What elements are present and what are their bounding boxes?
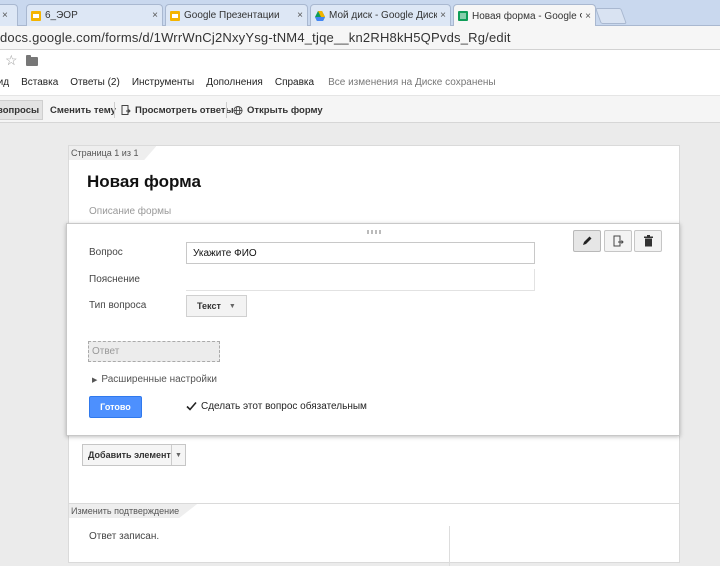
duplicate-icon <box>613 235 624 246</box>
question-title-label: Вопрос <box>89 247 123 258</box>
question-title-input[interactable]: Укажите ФИО <box>186 242 535 264</box>
view-responses-button[interactable]: Просмотреть ответы <box>117 100 238 120</box>
toolbar-divider <box>226 102 227 118</box>
forms-toolbar: вопросы Сменить тему Просмотреть ответы … <box>0 95 720 123</box>
slides-favicon-icon <box>31 10 41 21</box>
new-tab-button[interactable] <box>595 8 627 24</box>
tab-title: Новая форма - Google Ф <box>472 10 583 22</box>
page-label: Страница 1 из 1 <box>69 146 157 160</box>
divider <box>449 526 450 566</box>
menu-insert[interactable]: Вставка <box>21 77 58 88</box>
question-type-label: Тип вопроса <box>89 300 147 311</box>
tab-close-icon[interactable]: × <box>585 11 591 22</box>
view-responses-label: Просмотреть ответы <box>135 104 234 116</box>
open-form-label: Открыть форму <box>247 104 323 116</box>
tab-close-icon[interactable]: × <box>2 10 8 21</box>
browser-tab-forms[interactable]: Новая форма - Google Ф × <box>453 4 596 27</box>
menu-addons[interactable]: Дополнения <box>206 77 263 88</box>
trash-icon <box>643 235 653 247</box>
responses-icon <box>121 104 131 115</box>
open-form-button[interactable]: Открыть форму <box>229 100 327 120</box>
expand-triangle-icon: ▶ <box>92 377 98 384</box>
browser-tab-eor[interactable]: 6_ЭОР × <box>26 4 163 26</box>
save-status[interactable]: Все изменения на Диске сохранены <box>328 77 496 88</box>
chevron-down-icon: ▼ <box>228 302 236 310</box>
chevron-down-icon[interactable]: ▼ <box>171 445 185 465</box>
question-type-select[interactable]: Текст ▼ <box>186 295 247 317</box>
required-checkbox-row[interactable]: Сделать этот вопрос обязательным <box>186 401 367 412</box>
browser-tab-drive[interactable]: Мой диск - Google Диск × <box>310 4 451 26</box>
menu-bar: Вид Вставка Ответы (2) Инструменты Допол… <box>0 77 508 88</box>
advanced-settings-label: Расширенные настройки <box>101 374 217 385</box>
drag-handle[interactable] <box>367 230 381 234</box>
tab-title: Google Презентации <box>184 10 280 21</box>
duplicate-question-button[interactable] <box>604 230 632 252</box>
delete-question-button[interactable] <box>634 230 662 252</box>
change-theme-button[interactable]: Сменить тему <box>46 100 120 120</box>
globe-icon <box>233 105 243 115</box>
menu-tools[interactable]: Инструменты <box>132 77 194 88</box>
add-item-button[interactable]: Добавить элемент ▼ <box>82 444 186 466</box>
tab-title: Мой диск - Google Диск <box>329 10 438 21</box>
help-text-label: Пояснение <box>89 274 140 285</box>
browser-tab-strip: × 6_ЭОР × Google Презентации × Мой диск … <box>0 0 720 27</box>
checkmark-icon[interactable] <box>186 401 197 412</box>
change-theme-label: Сменить тему <box>50 104 116 116</box>
folder-icon[interactable] <box>26 55 38 66</box>
docs-header: ☆ Вид Вставка Ответы (2) Инструменты Доп… <box>0 50 720 95</box>
confirmation-page: Изменить подтверждение Ответ записан. <box>68 503 680 566</box>
address-bar[interactable]: docs.google.com/forms/d/1WrrWnCj2NxyYsg-… <box>0 26 720 50</box>
tab-close-icon[interactable]: × <box>297 10 303 21</box>
tab-title: 6_ЭОР <box>45 10 78 21</box>
advanced-settings-toggle[interactable]: ▶ Расширенные настройки <box>92 374 217 385</box>
confirmation-label: Изменить подтверждение <box>69 504 198 518</box>
edit-questions-label: вопросы <box>0 104 40 116</box>
menu-responses[interactable]: Ответы (2) <box>70 77 120 88</box>
tab-close-icon[interactable]: × <box>152 10 158 21</box>
edit-question-button[interactable] <box>573 230 601 252</box>
url-text[interactable]: docs.google.com/forms/d/1WrrWnCj2NxyYsg-… <box>0 30 511 45</box>
help-text-input[interactable] <box>186 269 535 291</box>
slides-favicon-icon <box>170 10 180 21</box>
question-type-value: Текст <box>197 301 221 311</box>
star-icon[interactable]: ☆ <box>5 52 18 69</box>
form-title[interactable]: Новая форма <box>87 172 201 192</box>
question-editor-card: Вопрос Укажите ФИО Пояснение Тип вопроса… <box>66 223 680 436</box>
menu-help[interactable]: Справка <box>275 77 314 88</box>
add-item-label: Добавить элемент <box>88 450 171 460</box>
forms-favicon-icon <box>458 11 468 21</box>
tab-close-icon[interactable]: × <box>440 10 446 21</box>
required-label: Сделать этот вопрос обязательным <box>201 401 367 412</box>
done-button[interactable]: Готово <box>89 396 142 418</box>
browser-tab-presentation[interactable]: Google Презентации × <box>165 4 308 26</box>
browser-tab-partial[interactable]: × <box>0 4 18 26</box>
edit-questions-button[interactable]: вопросы <box>0 100 43 120</box>
answer-preview: Ответ <box>88 341 220 362</box>
menu-view[interactable]: Вид <box>0 77 9 88</box>
drive-favicon-icon <box>315 10 325 21</box>
confirmation-text[interactable]: Ответ записан. <box>89 531 159 542</box>
toolbar-divider <box>114 102 115 118</box>
form-description[interactable]: Описание формы <box>89 206 171 217</box>
pencil-icon <box>583 236 592 245</box>
